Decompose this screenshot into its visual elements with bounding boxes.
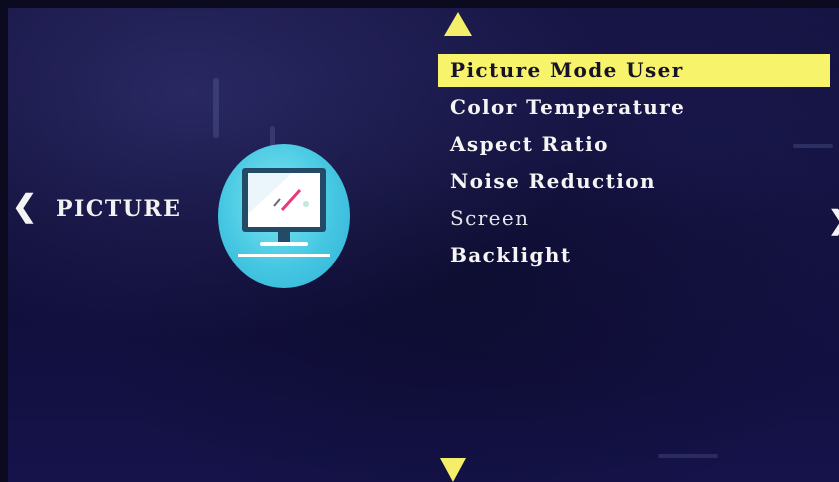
menu-item-screen[interactable]: Screen [438, 202, 830, 235]
menu-item-color-temperature[interactable]: Color Temperature [438, 91, 830, 124]
glare-streak [213, 78, 219, 138]
section-title: PICTURE [56, 196, 182, 222]
menu-item-noise-reduction[interactable]: Noise Reduction [438, 165, 830, 198]
menu-item-picture-mode[interactable]: Picture Mode User [438, 54, 830, 87]
menu-item-aspect-ratio[interactable]: Aspect Ratio [438, 128, 830, 161]
scroll-up-icon[interactable] [444, 12, 472, 36]
glare-streak [658, 454, 718, 458]
next-section-icon[interactable]: ❯ [828, 208, 839, 234]
tv-monitor-icon [218, 144, 350, 288]
scroll-down-icon[interactable] [440, 458, 466, 482]
previous-section-icon[interactable]: ❮ [12, 192, 37, 222]
picture-menu: Picture Mode User Color Temperature Aspe… [438, 54, 830, 276]
menu-item-backlight[interactable]: Backlight [438, 239, 830, 272]
